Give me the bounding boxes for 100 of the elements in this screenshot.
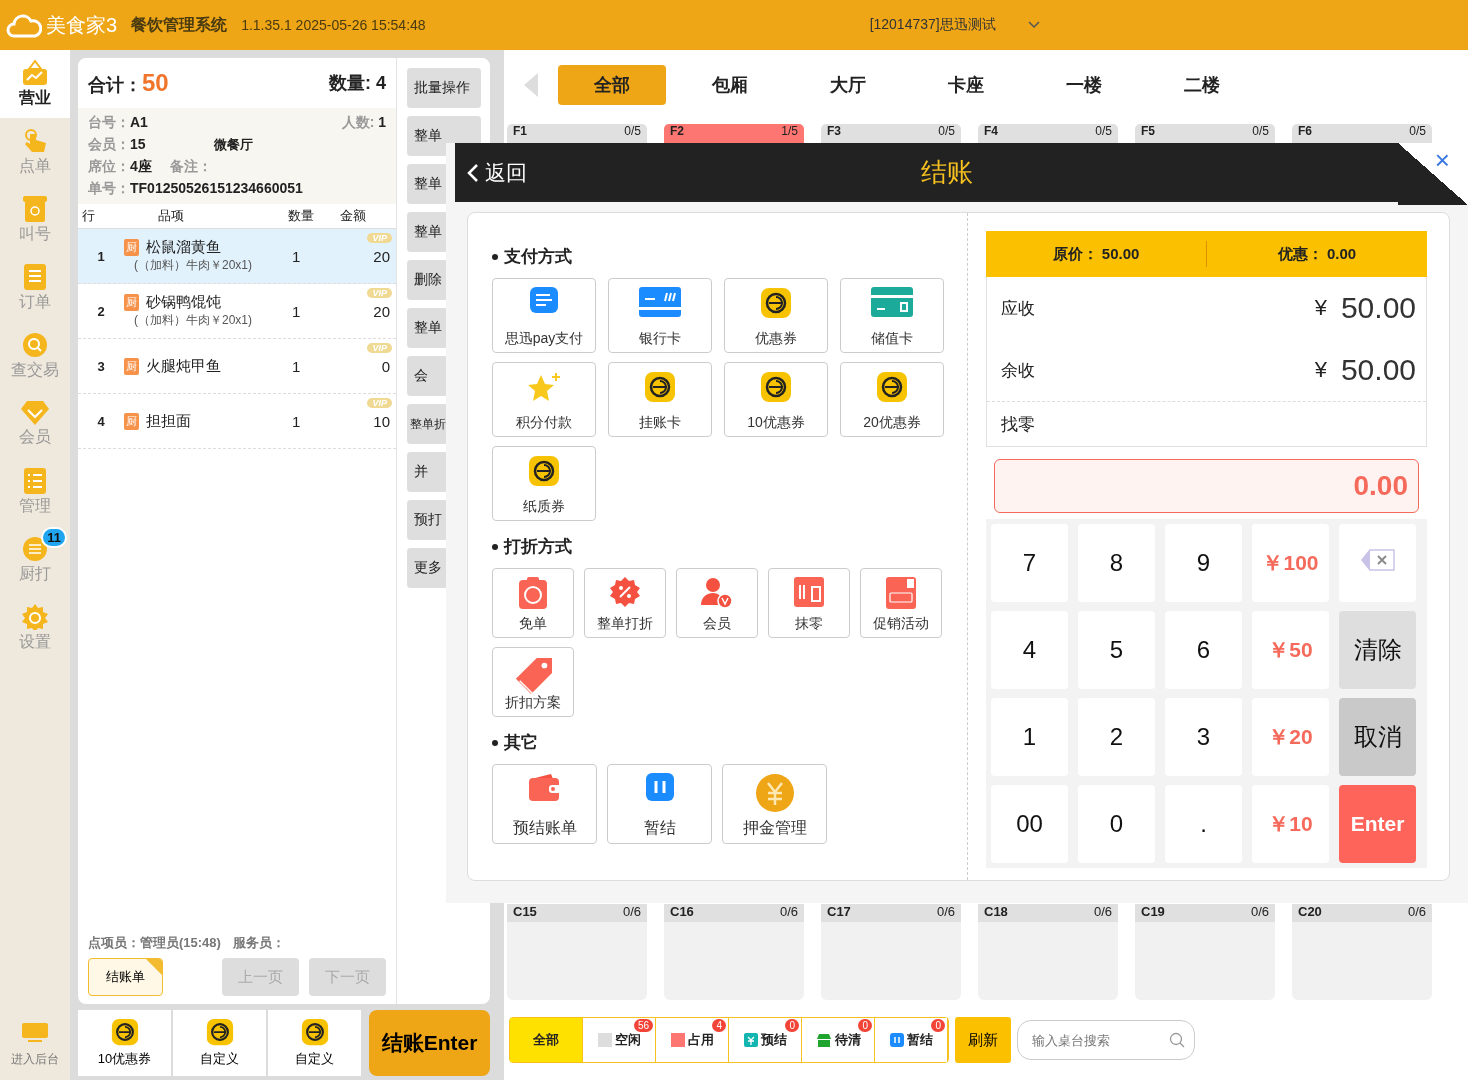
amount: 0	[380, 357, 390, 375]
backend-link[interactable]: 进入后台	[0, 1023, 70, 1068]
table-card[interactable]: F4 0/5	[978, 124, 1118, 143]
dialog-title: 结账	[921, 156, 973, 189]
info-value: 微餐厅	[213, 136, 253, 154]
keypad-key[interactable]: 00	[991, 785, 1068, 863]
store-selector[interactable]: [12014737]思迅测试	[869, 16, 996, 34]
nav-item[interactable]: 营业	[0, 50, 70, 118]
amount: 20	[372, 302, 390, 320]
status-filter[interactable]: 全部	[510, 1018, 583, 1062]
payment-option[interactable]: 储值卡	[840, 278, 944, 353]
info-label: 备注：	[169, 158, 212, 176]
payment-option[interactable]: 优惠券	[724, 278, 828, 353]
area-tab[interactable]: 大厅	[794, 65, 902, 105]
area-tab[interactable]: 卡座	[912, 65, 1020, 105]
area-tab[interactable]: 包厢	[676, 65, 784, 105]
keypad-key[interactable]: .	[1165, 785, 1242, 863]
payment-option[interactable]: 挂账卡	[608, 362, 712, 437]
table-card[interactable]: C17 0/6	[821, 904, 961, 1000]
keypad-key[interactable]: 9	[1165, 524, 1242, 602]
chevron-down-icon[interactable]	[1027, 21, 1040, 29]
section-title: 打折方式	[504, 536, 572, 558]
payment-option[interactable]: 预结账单	[492, 764, 597, 844]
checkout-button[interactable]: 结账Enter	[369, 1010, 490, 1076]
payment-option[interactable]: 银行卡	[608, 278, 712, 353]
order-row[interactable]: 2 厨 砂锅鸭馄饨 (（加料）牛肉￥20x1) 1 20 VIP	[78, 284, 396, 339]
payment-option[interactable]: 促销活动	[860, 568, 942, 638]
action-button[interactable]: 批量操作	[407, 68, 481, 108]
shop-icon	[21, 59, 49, 86]
table-card[interactable]: C19 0/6	[1135, 904, 1275, 1000]
table-card[interactable]: C20 0/6	[1292, 904, 1432, 1000]
search-icon	[22, 331, 48, 358]
close-button[interactable]: ×	[1434, 145, 1450, 176]
quick-coupon-button[interactable]: 自定义	[268, 1010, 361, 1076]
column-header: 金额	[340, 207, 367, 225]
payment-option[interactable]: 会员	[676, 568, 758, 638]
backspace-icon	[1360, 549, 1395, 571]
payment-option[interactable]: 抹零	[768, 568, 850, 638]
nav-item[interactable]: 厨打 11	[0, 526, 70, 594]
amount-value: 50.00	[1340, 291, 1416, 325]
refresh-button[interactable]: 刷新	[955, 1017, 1011, 1063]
percent-icon	[610, 577, 640, 607]
keypad-key[interactable]: 5	[1078, 611, 1155, 689]
payment-option[interactable]: 纸质券	[492, 446, 596, 521]
area-tab[interactable]: 二楼	[1148, 65, 1256, 105]
table-card[interactable]: F1 0/5	[507, 124, 647, 143]
info-field: 人数: 1	[341, 114, 386, 132]
payment-option[interactable]: 暂结	[607, 764, 712, 844]
keypad-key[interactable]: 7	[991, 524, 1068, 602]
payment-option[interactable]: 10优惠券	[724, 362, 828, 437]
keypad-key[interactable]: 8	[1078, 524, 1155, 602]
dish-extra: (（加料）牛肉￥20x1)	[133, 257, 253, 274]
row-number: 2	[96, 303, 106, 319]
coupon-icon	[205, 1018, 234, 1046]
receipt-toggle[interactable]: 结账单	[88, 958, 163, 996]
scroll-left-icon[interactable]	[524, 73, 538, 97]
payment-option[interactable]: 押金管理	[722, 764, 827, 844]
keypad-key[interactable]: 1	[991, 698, 1068, 776]
payment-option[interactable]: 免单	[492, 568, 574, 638]
backspace-button[interactable]	[1339, 524, 1416, 602]
payment-option[interactable]: 折扣方案	[492, 647, 574, 717]
table-card[interactable]: C15 0/6	[507, 904, 647, 1000]
section-title: 支付方式	[504, 246, 572, 268]
currency-sign: ¥	[1314, 295, 1327, 321]
star-icon	[527, 371, 561, 403]
quick-coupon-button[interactable]: 自定义	[173, 1010, 266, 1076]
monitor-icon	[22, 1023, 48, 1043]
keypad-key[interactable]: 3	[1165, 698, 1242, 776]
table-card[interactable]: F5 0/5	[1135, 124, 1275, 143]
column-header: 行	[82, 207, 96, 225]
order-row[interactable]: 1 厨 松鼠溜黄鱼 (（加料）牛肉￥20x1) 1 20 VIP	[78, 229, 396, 284]
keypad-key[interactable]: 清除	[1339, 611, 1416, 689]
order-row[interactable]: 3 厨 火腿炖甲鱼 1 0 VIP	[78, 339, 396, 394]
quick-coupon-button[interactable]: 10优惠券	[78, 1010, 171, 1076]
search-field[interactable]: 输入桌台搜索	[1017, 1020, 1195, 1060]
info-field: 席位：4座	[88, 158, 152, 176]
table-card[interactable]: F2 1/5	[664, 124, 804, 143]
table-card[interactable]: F6 0/5	[1292, 124, 1432, 143]
chevron-left-icon	[467, 162, 479, 183]
checklist-icon	[24, 467, 46, 494]
keypad-key[interactable]: 4	[991, 611, 1068, 689]
area-tab[interactable]: 一楼	[1030, 65, 1138, 105]
keypad-key[interactable]: 2	[1078, 698, 1155, 776]
table-card[interactable]: C16 0/6	[664, 904, 804, 1000]
table-card[interactable]: F3 0/5	[821, 124, 961, 143]
info-field: 台号：A1	[88, 114, 148, 132]
vip-badge: VIP	[367, 398, 392, 408]
table-card[interactable]: C18 0/6	[978, 904, 1118, 1000]
payment-option[interactable]: 积分付款	[492, 362, 596, 437]
keypad-key[interactable]: 取消	[1339, 698, 1416, 776]
vip-badge: VIP	[367, 233, 392, 243]
keypad-key[interactable]: 6	[1165, 611, 1242, 689]
payment-option[interactable]: 整单打折	[584, 568, 666, 638]
keypad-key[interactable]: 0	[1078, 785, 1155, 863]
coupon-icon	[300, 1018, 329, 1046]
payment-option[interactable]: 20优惠券	[840, 362, 944, 437]
order-row[interactable]: 4 厨 担担面 1 10 VIP	[78, 394, 396, 449]
payment-option[interactable]: 思迅pay支付	[492, 278, 596, 353]
area-tab[interactable]: 全部	[558, 65, 666, 105]
diamond-icon	[21, 400, 49, 425]
